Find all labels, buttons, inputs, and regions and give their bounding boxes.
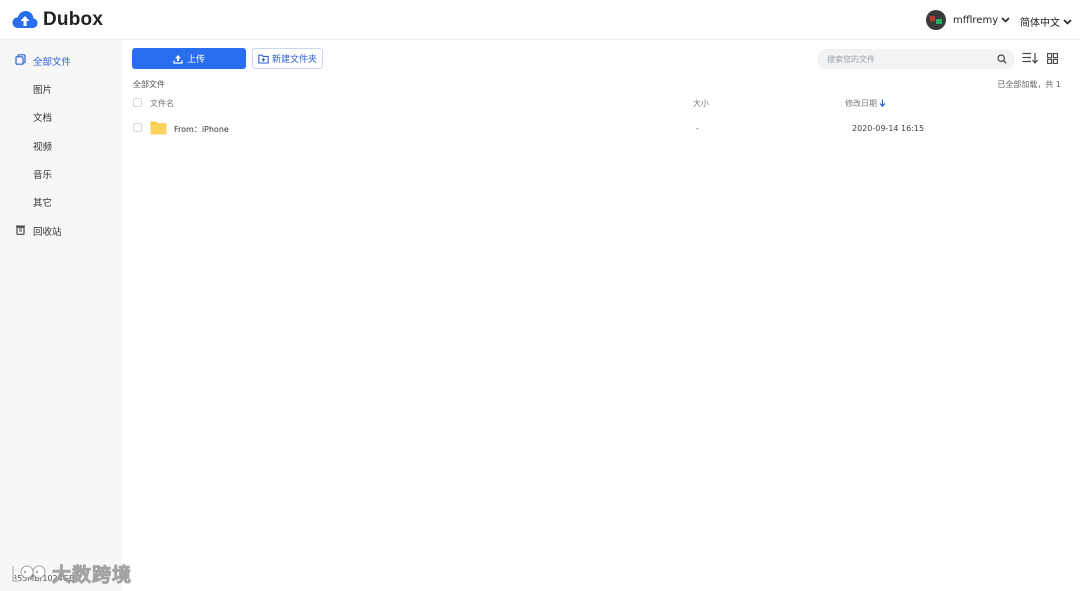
avatar[interactable] xyxy=(926,10,946,30)
file-size: - xyxy=(696,124,699,133)
language-selector[interactable]: 简体中文 xyxy=(1020,14,1072,29)
top-header: Dubox mfflremy 简体中文 xyxy=(0,0,1080,40)
cloud-upload-icon xyxy=(12,11,38,28)
sort-icon[interactable] xyxy=(1022,52,1039,64)
table-header: 文件名 大小 修改日期 xyxy=(132,95,1062,111)
add-folder-icon xyxy=(258,54,269,64)
sidebar-item-label: 音乐 xyxy=(33,170,53,181)
column-header-size[interactable]: 大小 xyxy=(693,98,709,109)
arrow-down-icon xyxy=(879,99,886,107)
sidebar-item-other[interactable]: 其它 xyxy=(0,189,122,213)
upload-button[interactable]: 上传 xyxy=(132,48,246,69)
brand-name: Dubox xyxy=(43,9,104,30)
search-box[interactable] xyxy=(817,49,1015,69)
language-label: 简体中文 xyxy=(1020,18,1060,29)
chevron-down-icon xyxy=(1001,17,1010,23)
user-menu[interactable]: mfflremy xyxy=(926,10,1010,30)
sidebar-item-label: 全部文件 xyxy=(33,57,72,68)
loaded-status: 已全部加载，共 1 xyxy=(997,80,1061,89)
brand-logo[interactable]: Dubox xyxy=(12,9,103,31)
chat-bubble-logo-icon xyxy=(11,565,46,582)
upload-icon xyxy=(173,54,183,64)
upload-label: 上传 xyxy=(186,55,205,65)
sidebar-item-label: 文档 xyxy=(33,113,53,124)
sidebar-item-documents[interactable]: 文档 xyxy=(0,104,122,128)
sidebar-item-all-files[interactable]: 全部文件 xyxy=(0,48,122,72)
sidebar-item-label: 回收站 xyxy=(33,227,62,238)
username: mfflremy xyxy=(953,14,999,26)
column-header-name[interactable]: 文件名 xyxy=(150,98,174,109)
search-input[interactable] xyxy=(827,52,987,66)
table-row[interactable]: From：iPhone - 2020-09-14 16:15 xyxy=(132,117,1062,139)
files-icon xyxy=(15,54,26,65)
watermark-text: 大数跨境 xyxy=(52,564,133,587)
search-icon[interactable] xyxy=(997,54,1007,64)
new-folder-button[interactable]: 新建文件夹 xyxy=(252,48,323,69)
select-all-checkbox[interactable] xyxy=(133,98,142,107)
file-name[interactable]: From：iPhone xyxy=(174,124,229,135)
folder-icon xyxy=(150,121,167,135)
sidebar-item-label: 其它 xyxy=(33,198,53,209)
row-checkbox[interactable] xyxy=(133,123,142,132)
sidebar: 全部文件 图片 文档 视频 音乐 其它 回收站 855MB/1024GB xyxy=(0,40,122,591)
file-modified-date: 2020-09-14 16:15 xyxy=(852,124,925,133)
watermark: 大数跨境 xyxy=(10,560,132,587)
sidebar-item-music[interactable]: 音乐 xyxy=(0,161,122,185)
column-header-date[interactable]: 修改日期 xyxy=(845,98,877,109)
sidebar-item-recycle-bin[interactable]: 回收站 xyxy=(0,218,122,242)
sidebar-item-label: 视频 xyxy=(33,142,53,153)
new-folder-label: 新建文件夹 xyxy=(271,55,317,65)
sidebar-item-videos[interactable]: 视频 xyxy=(0,133,122,157)
breadcrumb[interactable]: 全部文件 xyxy=(133,79,165,90)
chevron-down-icon xyxy=(1063,18,1072,25)
sidebar-item-label: 图片 xyxy=(33,85,53,96)
grid-view-icon[interactable] xyxy=(1047,53,1058,64)
trash-icon xyxy=(16,225,25,235)
sidebar-item-images[interactable]: 图片 xyxy=(0,76,122,100)
